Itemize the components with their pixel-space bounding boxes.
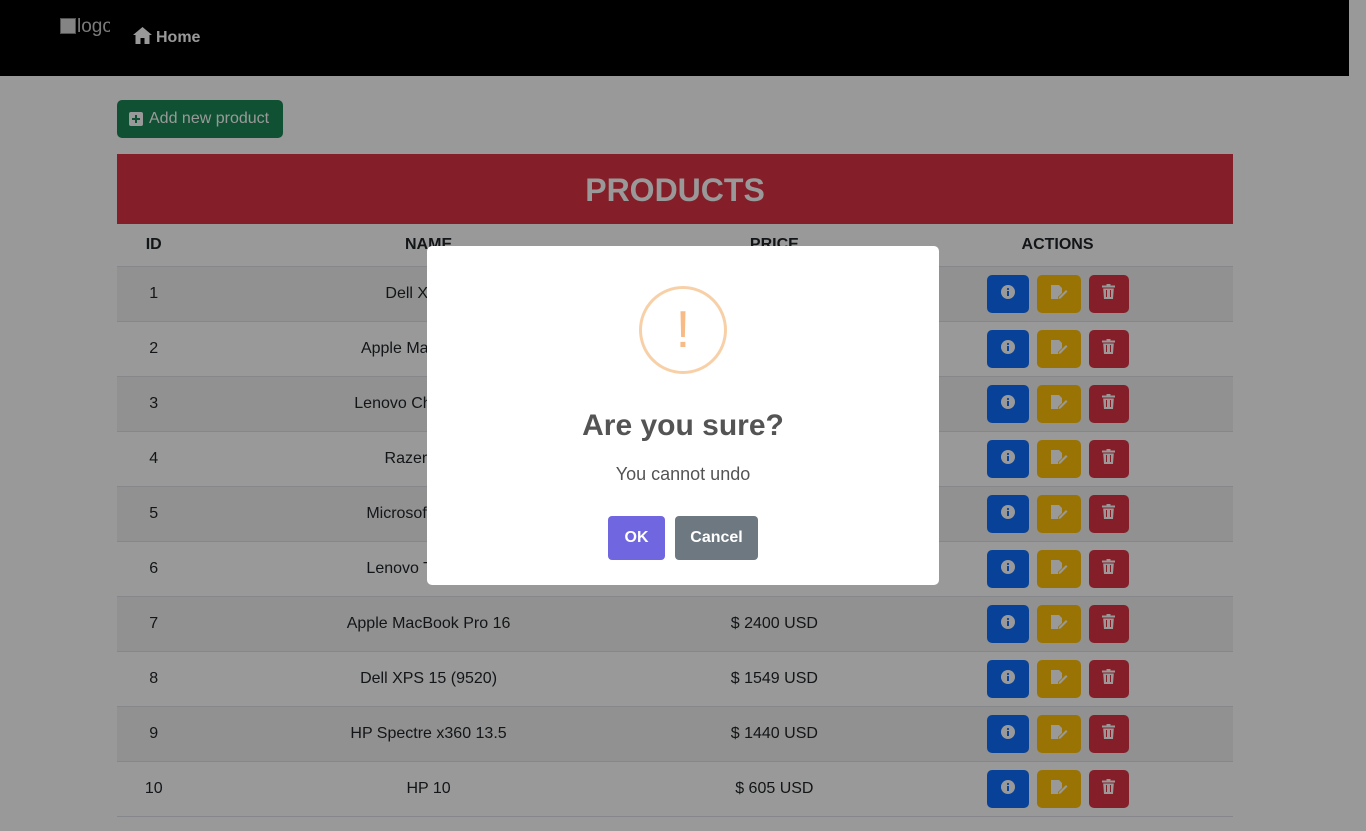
dialog-actions: OK Cancel [427,516,939,560]
dialog-text: You cannot undo [615,464,751,484]
dialog-title: Are you sure? [582,409,784,442]
confirm-dialog: ! Are you sure? You cannot undo OK Cance… [427,246,939,585]
cancel-button[interactable]: Cancel [675,516,758,560]
ok-button[interactable]: OK [608,516,665,560]
warning-icon: ! [639,286,727,374]
warning-mark: ! [675,301,691,359]
